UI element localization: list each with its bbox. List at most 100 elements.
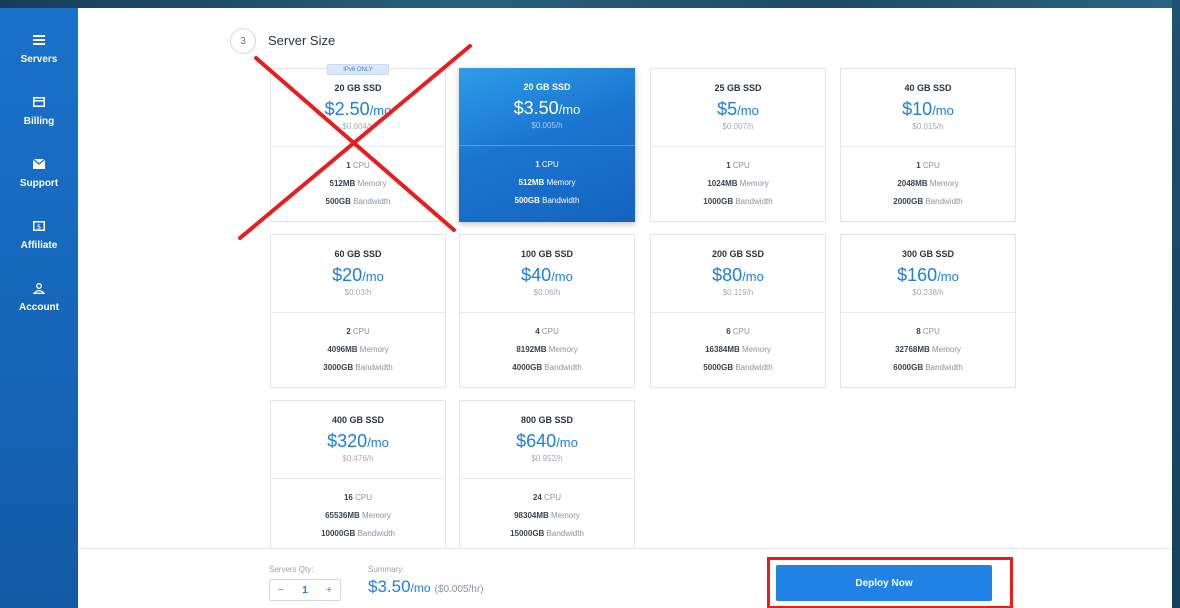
plan-hourly: $0.005/h [531,121,563,130]
plan-bandwidth: 6000GB Bandwidth [893,363,963,372]
deploy-now-button[interactable]: Deploy Now [776,565,992,601]
plan-disk: 40 GB SSD [904,83,952,93]
plan-disk: 400 GB SSD [331,415,385,425]
plan-memory: 2048MB Memory [897,179,959,188]
plan-bandwidth: 3000GB Bandwidth [323,363,393,372]
sidebar-item-billing[interactable]: Billing [0,94,78,142]
plan-price: $5/mo [717,99,759,119]
server-icon [31,32,47,48]
sidebar-item-account[interactable]: Account [0,280,78,328]
plan-price: $20/mo [332,265,384,285]
plan-price: $320/mo [327,431,389,451]
plan-disk: 800 GB SSD [520,415,574,425]
plan-card[interactable]: IPv6 ONLY 20 GB SSD $2.50/mo $0.004/h 1 … [270,64,446,222]
plan-hourly: $0.952/h [531,454,563,463]
plan-cpu: 1 CPU [346,161,370,170]
plan-bandwidth: 1000GB Bandwidth [703,197,773,206]
plan-card[interactable]: 40 GB SSD $10/mo $0.015/h 1 CPU 2048MB M… [840,68,1016,222]
plan-cpu: 24 CPU [532,493,562,502]
plan-cpu: 1 CPU [726,161,750,170]
plan-cpu: 16 CPU [343,493,373,502]
plan-cpu: 6 CPU [726,327,750,336]
section-title: Server Size [268,33,336,48]
plan-cpu: 8 CPU [916,327,940,336]
plan-memory: 8192MB Memory [516,345,578,354]
plan-memory: 98304MB Memory [514,511,580,520]
plan-card[interactable]: 400 GB SSD $320/mo $0.476/h 16 CPU 65536… [270,400,446,554]
user-icon [31,280,47,296]
plan-memory: 32768MB Memory [895,345,961,354]
summary-price: $3.50/mo ($0.005/hr) [368,577,484,596]
plan-bandwidth: 10000GB Bandwidth [321,529,395,538]
plan-memory: 512MB Memory [329,179,387,188]
plan-hourly: $0.007/h [722,122,754,131]
sidebar-item-label: Billing [23,116,55,127]
dollar-icon: $ [31,218,47,234]
plan-hourly: $0.03/h [344,288,372,297]
plan-disk: 60 GB SSD [334,249,382,259]
sidebar-item-label: Account [19,302,59,313]
plan-price: $40/mo [521,265,573,285]
plan-price: $160/mo [897,265,959,285]
plan-memory: 4096MB Memory [327,345,389,354]
plan-card[interactable]: 800 GB SSD $640/mo $0.952/h 24 CPU 98304… [459,400,635,554]
step-number: 3 [230,28,256,54]
quantity-stepper: − 1 + [269,579,341,601]
plan-card[interactable]: 100 GB SSD $40/mo $0.06/h 4 CPU 8192MB M… [459,234,635,388]
plan-bandwidth: 5000GB Bandwidth [703,363,773,372]
sidebar-item-label: Affiliate [20,240,58,251]
plan-memory: 65536MB Memory [325,511,391,520]
plan-card[interactable]: 25 GB SSD $5/mo $0.007/h 1 CPU 1024MB Me… [650,68,826,222]
sidebar: Servers Billing Support $ Affiliate Acco… [0,8,78,608]
plan-cpu: 2 CPU [346,327,370,336]
plan-cpu: 1 CPU [535,160,559,169]
plan-card[interactable]: 300 GB SSD $160/mo $0.238/h 8 CPU 32768M… [840,234,1016,388]
plan-bandwidth: 4000GB Bandwidth [512,363,582,372]
plan-disk: 300 GB SSD [901,249,955,259]
plan-cpu: 1 CPU [916,161,940,170]
plan-memory: 16384MB Memory [705,345,771,354]
plan-bandwidth: 500GB Bandwidth [325,197,391,206]
plan-price: $3.50/mo [513,98,581,118]
plan-memory: 512MB Memory [518,178,576,187]
plan-price: $10/mo [902,99,954,119]
sidebar-item-support[interactable]: Support [0,156,78,204]
background-strip [0,0,1180,8]
svg-text:$: $ [37,223,41,231]
qty-value[interactable]: 1 [302,585,308,596]
plan-hourly: $0.476/h [342,454,374,463]
plan-disk: 25 GB SSD [714,83,762,93]
plan-disk: 100 GB SSD [520,249,574,259]
plan-disk: 200 GB SSD [711,249,765,259]
plan-price: $80/mo [712,265,764,285]
main-content: 3 Server Size IPv6 ONLY 20 GB SSD $2.50/… [78,8,1172,608]
plan-bandwidth: 2000GB Bandwidth [893,197,963,206]
background-edge [1172,0,1180,608]
qty-decrement-button[interactable]: − [278,585,284,596]
plan-price: $640/mo [516,431,578,451]
plan-hourly: $0.004/h [342,122,374,131]
envelope-icon [31,156,47,172]
plan-bandwidth: 500GB Bandwidth [514,196,580,205]
plan-hourly: $0.238/h [912,288,944,297]
plan-hourly: $0.06/h [533,288,561,297]
plan-cpu: 4 CPU [535,327,559,336]
qty-increment-button[interactable]: + [326,585,332,596]
order-footer: Servers Qty: − 1 + Summary: $3.50/mo ($0.… [78,548,1172,608]
plan-card[interactable]: 60 GB SSD $20/mo $0.03/h 2 CPU 4096MB Me… [270,234,446,388]
qty-label: Servers Qty: [269,565,314,574]
summary-label: Summary: [368,565,405,574]
plan-price: $2.50/mo [324,99,392,119]
plan-memory: 1024MB Memory [707,179,769,188]
plan-disk: 20 GB SSD [523,82,571,92]
plan-card-selected[interactable]: 20 GB SSD $3.50/mo $0.005/h 1 CPU 512MB … [459,68,635,222]
sidebar-item-label: Support [19,178,59,189]
plan-hourly: $0.119/h [722,288,754,297]
plan-bandwidth: 15000GB Bandwidth [510,529,584,538]
sidebar-item-affiliate[interactable]: $ Affiliate [0,218,78,266]
card-icon [31,94,47,110]
plan-card[interactable]: 200 GB SSD $80/mo $0.119/h 6 CPU 16384MB… [650,234,826,388]
plan-hourly: $0.015/h [912,122,944,131]
plan-disk: 20 GB SSD [334,83,382,93]
sidebar-item-servers[interactable]: Servers [0,32,78,80]
